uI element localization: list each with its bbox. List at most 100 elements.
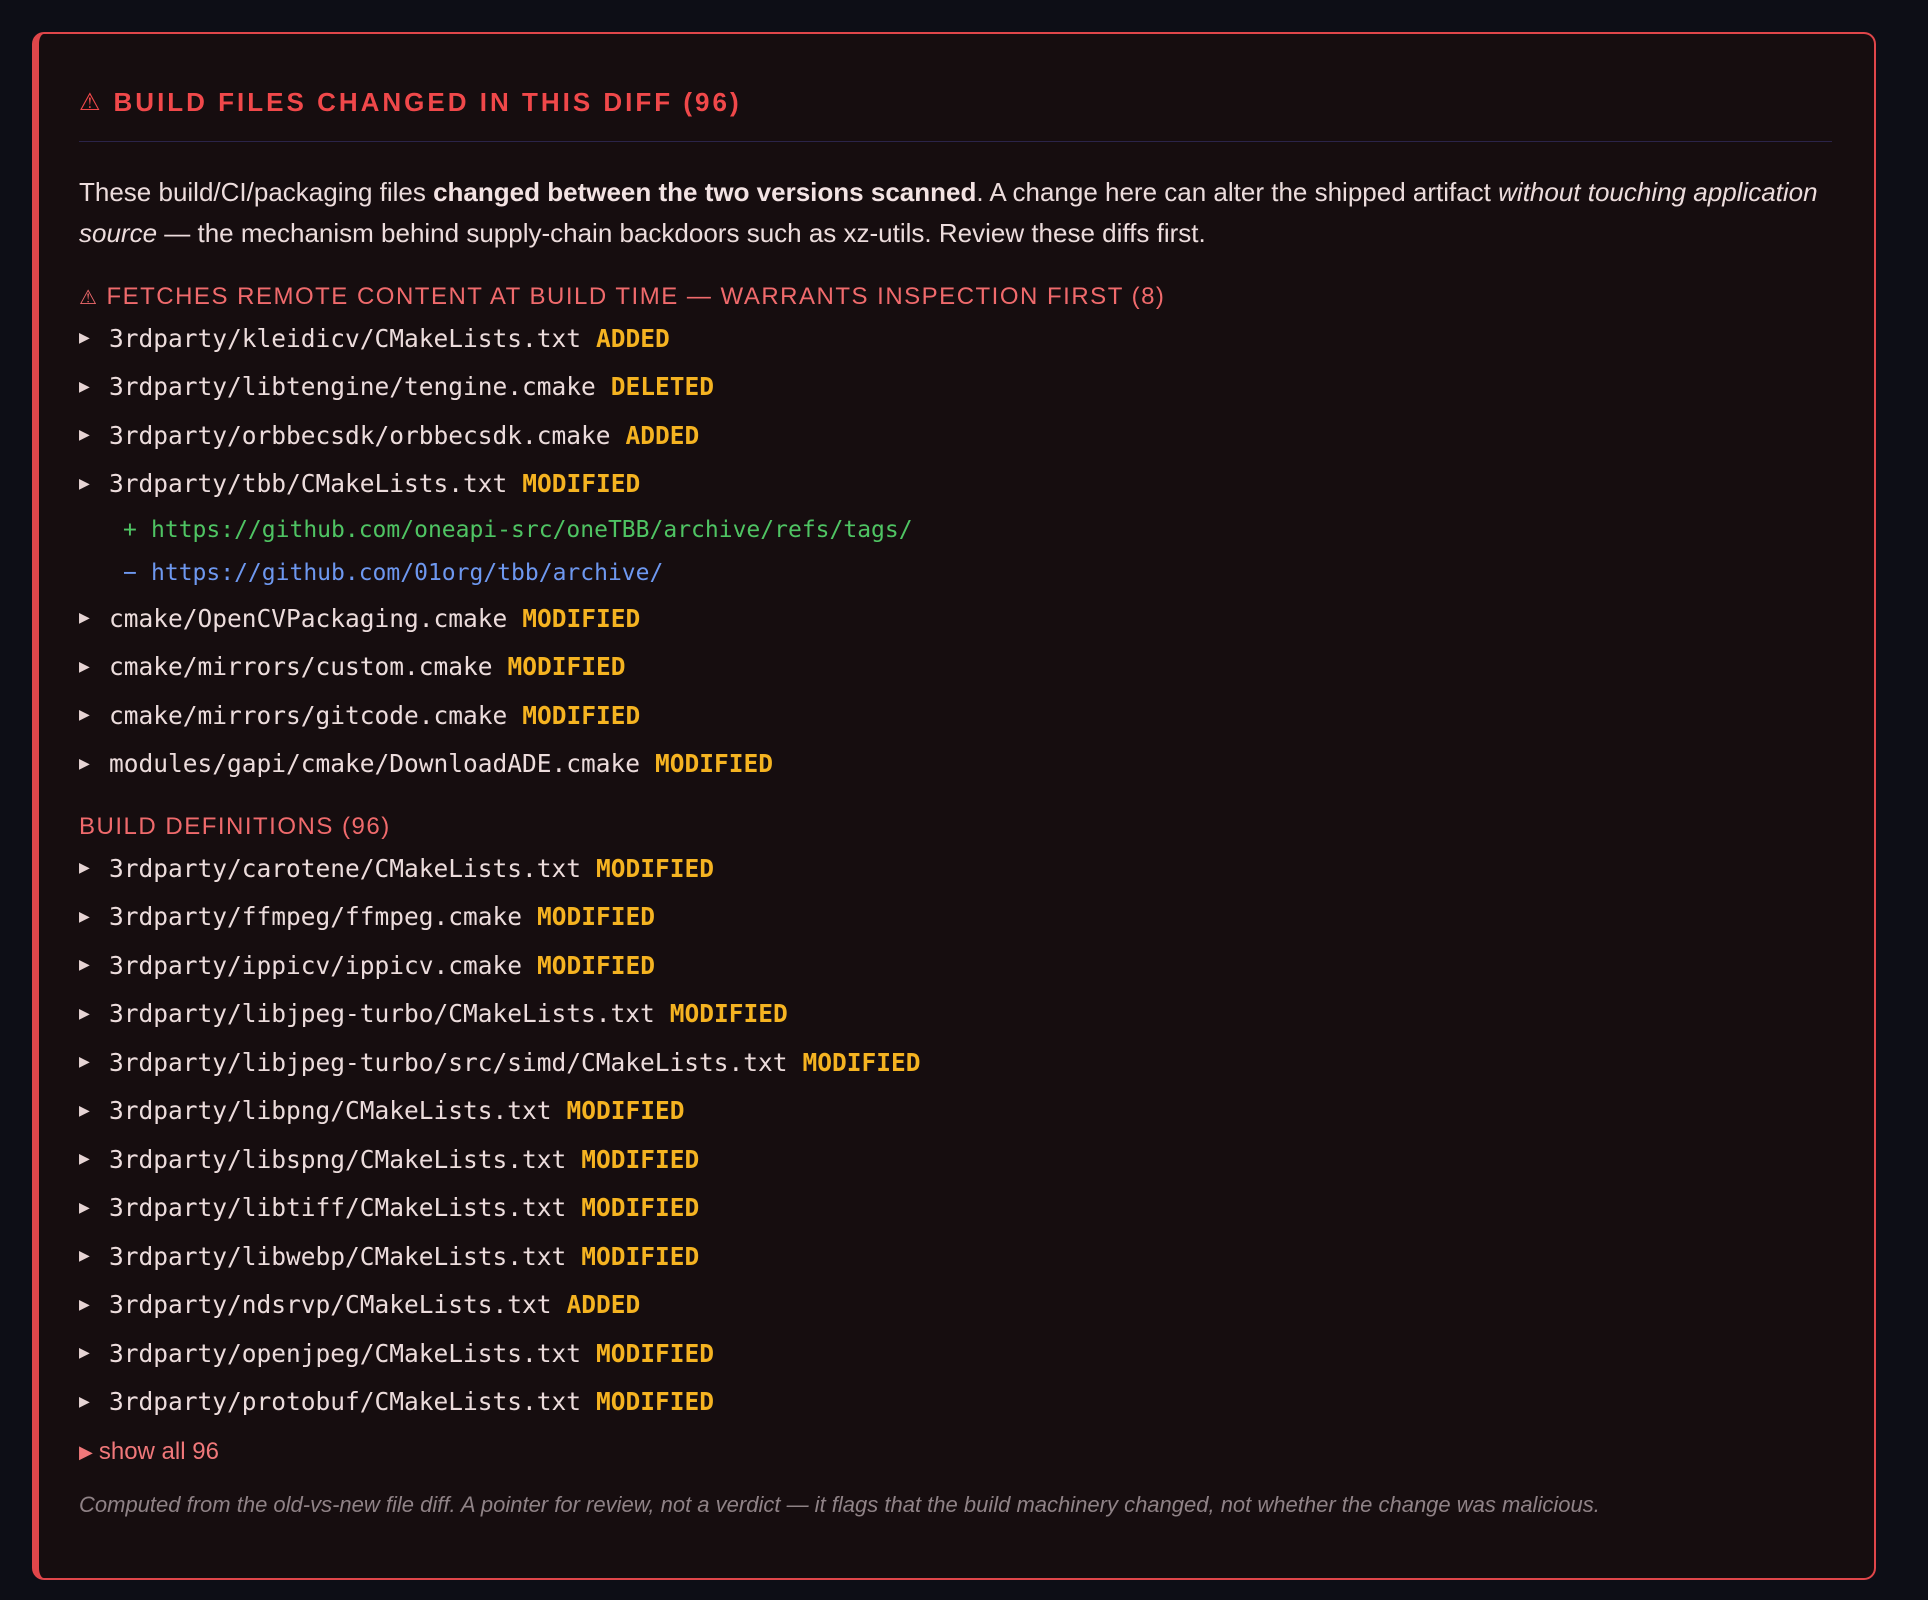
- triangle-right-icon[interactable]: ▶: [79, 707, 109, 723]
- file-path: 3rdparty/libpng/CMakeLists.txt: [109, 1096, 552, 1126]
- file-path: 3rdparty/libjpeg-turbo/src/simd/CMakeLis…: [109, 1047, 788, 1077]
- intro-part-1: These build/CI/packaging files: [79, 177, 434, 207]
- triangle-right-icon[interactable]: ▶: [79, 476, 109, 492]
- show-all-label[interactable]: show all 96: [99, 1438, 219, 1466]
- tbb-url-changes: + https://github.com/oneapi-src/oneTBB/a…: [79, 508, 1832, 594]
- file-path: 3rdparty/orbbecsdk/orbbecsdk.cmake: [109, 420, 611, 450]
- file-row[interactable]: ▶ 3rdparty/libwebp/CMakeLists.txt MODIFI…: [79, 1232, 1832, 1281]
- triangle-right-icon[interactable]: ▶: [79, 1345, 109, 1361]
- show-all-toggle[interactable]: ▶ show all 96: [79, 1432, 1832, 1472]
- file-path: 3rdparty/ndsrvp/CMakeLists.txt: [109, 1290, 552, 1320]
- build-section-heading: BUILD DEFINITIONS (96): [79, 810, 1832, 844]
- file-row[interactable]: ▶ 3rdparty/libpng/CMakeLists.txt MODIFIE…: [79, 1087, 1832, 1136]
- file-row[interactable]: ▶ 3rdparty/orbbecsdk/orbbecsdk.cmake ADD…: [79, 411, 1832, 460]
- remote-section-heading-text: FETCHES REMOTE CONTENT AT BUILD TIME — W…: [106, 283, 1166, 310]
- triangle-right-icon[interactable]: ▶: [79, 427, 109, 443]
- file-path: 3rdparty/libjpeg-turbo/CMakeLists.txt: [109, 999, 655, 1029]
- file-row[interactable]: ▶ 3rdparty/libspng/CMakeLists.txt MODIFI…: [79, 1135, 1832, 1184]
- intro-text: These build/CI/packaging files changed b…: [79, 172, 1819, 254]
- file-row[interactable]: ▶ 3rdparty/libtengine/tengine.cmake DELE…: [79, 363, 1832, 412]
- file-status: MODIFIED: [581, 1193, 700, 1223]
- file-row[interactable]: ▶ 3rdparty/carotene/CMakeLists.txt MODIF…: [79, 844, 1832, 893]
- panel-title-text: BUILD FILES CHANGED IN THIS DIFF (96): [113, 86, 742, 117]
- triangle-right-icon[interactable]: ▶: [79, 1297, 109, 1313]
- triangle-right-icon[interactable]: ▶: [79, 379, 109, 395]
- triangle-right-icon[interactable]: ▶: [79, 1200, 109, 1216]
- file-row[interactable]: ▶ 3rdparty/kleidicv/CMakeLists.txt ADDED: [79, 314, 1832, 363]
- remote-file-list: ▶ 3rdparty/kleidicv/CMakeLists.txt ADDED…: [79, 314, 1832, 508]
- added-url: https://github.com/oneapi-src/oneTBB/arc…: [151, 516, 913, 543]
- file-path: 3rdparty/ffmpeg/ffmpeg.cmake: [109, 902, 523, 932]
- file-row[interactable]: ▶ 3rdparty/ndsrvp/CMakeLists.txt ADDED: [79, 1281, 1832, 1330]
- file-row[interactable]: ▶ modules/gapi/cmake/DownloadADE.cmake M…: [79, 740, 1832, 789]
- file-path: modules/gapi/cmake/DownloadADE.cmake: [109, 749, 641, 779]
- file-row[interactable]: ▶ cmake/mirrors/gitcode.cmake MODIFIED: [79, 691, 1832, 740]
- warning-icon: ⚠: [79, 88, 104, 116]
- triangle-right-icon[interactable]: ▶: [79, 1394, 109, 1410]
- triangle-right-icon[interactable]: ▶: [79, 1054, 109, 1070]
- triangle-right-icon[interactable]: ▶: [79, 1103, 109, 1119]
- file-path: 3rdparty/libwebp/CMakeLists.txt: [109, 1241, 567, 1271]
- file-row[interactable]: ▶ cmake/mirrors/custom.cmake MODIFIED: [79, 643, 1832, 692]
- file-path: cmake/OpenCVPackaging.cmake: [109, 603, 508, 633]
- file-row[interactable]: ▶ 3rdparty/openjpeg/CMakeLists.txt MODIF…: [79, 1329, 1832, 1378]
- removed-url-line: − https://github.com/01org/tbb/archive/: [123, 551, 1832, 594]
- triangle-right-icon[interactable]: ▶: [79, 909, 109, 925]
- file-row[interactable]: ▶ 3rdparty/libjpeg-turbo/src/simd/CMakeL…: [79, 1038, 1832, 1087]
- triangle-right-icon[interactable]: ▶: [79, 1006, 109, 1022]
- file-status: DELETED: [610, 372, 715, 402]
- remote-section-heading: ⚠ FETCHES REMOTE CONTENT AT BUILD TIME —…: [79, 280, 1832, 314]
- file-row[interactable]: ▶ 3rdparty/ippicv/ippicv.cmake MODIFIED: [79, 941, 1832, 990]
- file-status: MODIFIED: [581, 1144, 700, 1174]
- file-path: 3rdparty/ippicv/ippicv.cmake: [109, 950, 523, 980]
- file-status: MODIFIED: [522, 469, 641, 499]
- file-row[interactable]: ▶ cmake/OpenCVPackaging.cmake MODIFIED: [79, 594, 1832, 643]
- triangle-right-icon[interactable]: ▶: [79, 1248, 109, 1264]
- file-row[interactable]: ▶ 3rdparty/libjpeg-turbo/CMakeLists.txt …: [79, 990, 1832, 1039]
- file-path: 3rdparty/openjpeg/CMakeLists.txt: [109, 1338, 582, 1368]
- build-file-list: ▶ 3rdparty/carotene/CMakeLists.txt MODIF…: [79, 844, 1832, 1426]
- remote-file-list-cont: ▶ cmake/OpenCVPackaging.cmake MODIFIED ▶…: [79, 594, 1832, 788]
- file-row[interactable]: ▶ 3rdparty/tbb/CMakeLists.txt MODIFIED: [79, 460, 1832, 509]
- build-files-panel: ⚠ BUILD FILES CHANGED IN THIS DIFF (96) …: [32, 32, 1876, 1580]
- file-path: 3rdparty/libtengine/tengine.cmake: [109, 372, 596, 402]
- file-path: cmake/mirrors/custom.cmake: [109, 652, 493, 682]
- file-row[interactable]: ▶ 3rdparty/libtiff/CMakeLists.txt MODIFI…: [79, 1184, 1832, 1233]
- file-path: 3rdparty/libspng/CMakeLists.txt: [109, 1144, 567, 1174]
- file-path: 3rdparty/protobuf/CMakeLists.txt: [109, 1387, 582, 1417]
- added-url-line: + https://github.com/oneapi-src/oneTBB/a…: [123, 508, 1832, 551]
- removed-url: https://github.com/01org/tbb/archive/: [151, 559, 664, 586]
- file-path: 3rdparty/kleidicv/CMakeLists.txt: [109, 323, 582, 353]
- title-divider: [79, 141, 1832, 142]
- warning-icon: ⚠: [79, 285, 99, 309]
- triangle-right-icon[interactable]: ▶: [79, 1442, 93, 1463]
- file-status: ADDED: [566, 1290, 641, 1320]
- triangle-right-icon[interactable]: ▶: [79, 330, 109, 346]
- file-status: MODIFIED: [522, 700, 641, 730]
- triangle-right-icon[interactable]: ▶: [79, 756, 109, 772]
- minus-sign: −: [123, 559, 137, 586]
- file-status: MODIFIED: [802, 1047, 921, 1077]
- triangle-right-icon[interactable]: ▶: [79, 610, 109, 626]
- file-status: MODIFIED: [507, 652, 626, 682]
- footnote: Computed from the old-vs-new file diff. …: [79, 1492, 1600, 1517]
- intro-bold: changed between the two versions scanned: [433, 177, 977, 207]
- file-path: cmake/mirrors/gitcode.cmake: [109, 700, 508, 730]
- triangle-right-icon[interactable]: ▶: [79, 957, 109, 973]
- file-status: MODIFIED: [566, 1096, 685, 1126]
- file-row[interactable]: ▶ 3rdparty/protobuf/CMakeLists.txt MODIF…: [79, 1378, 1832, 1427]
- triangle-right-icon[interactable]: ▶: [79, 1151, 109, 1167]
- file-row[interactable]: ▶ 3rdparty/ffmpeg/ffmpeg.cmake MODIFIED: [79, 893, 1832, 942]
- file-status: MODIFIED: [596, 1338, 715, 1368]
- panel-title: ⚠ BUILD FILES CHANGED IN THIS DIFF (96): [79, 80, 1832, 124]
- file-status: MODIFIED: [655, 749, 774, 779]
- file-path: 3rdparty/carotene/CMakeLists.txt: [109, 853, 582, 883]
- file-status: MODIFIED: [596, 1387, 715, 1417]
- file-status: MODIFIED: [581, 1241, 700, 1271]
- file-status: MODIFIED: [596, 853, 715, 883]
- triangle-right-icon[interactable]: ▶: [79, 860, 109, 876]
- file-path: 3rdparty/tbb/CMakeLists.txt: [109, 469, 508, 499]
- file-status: MODIFIED: [522, 603, 641, 633]
- plus-sign: +: [123, 516, 137, 543]
- triangle-right-icon[interactable]: ▶: [79, 659, 109, 675]
